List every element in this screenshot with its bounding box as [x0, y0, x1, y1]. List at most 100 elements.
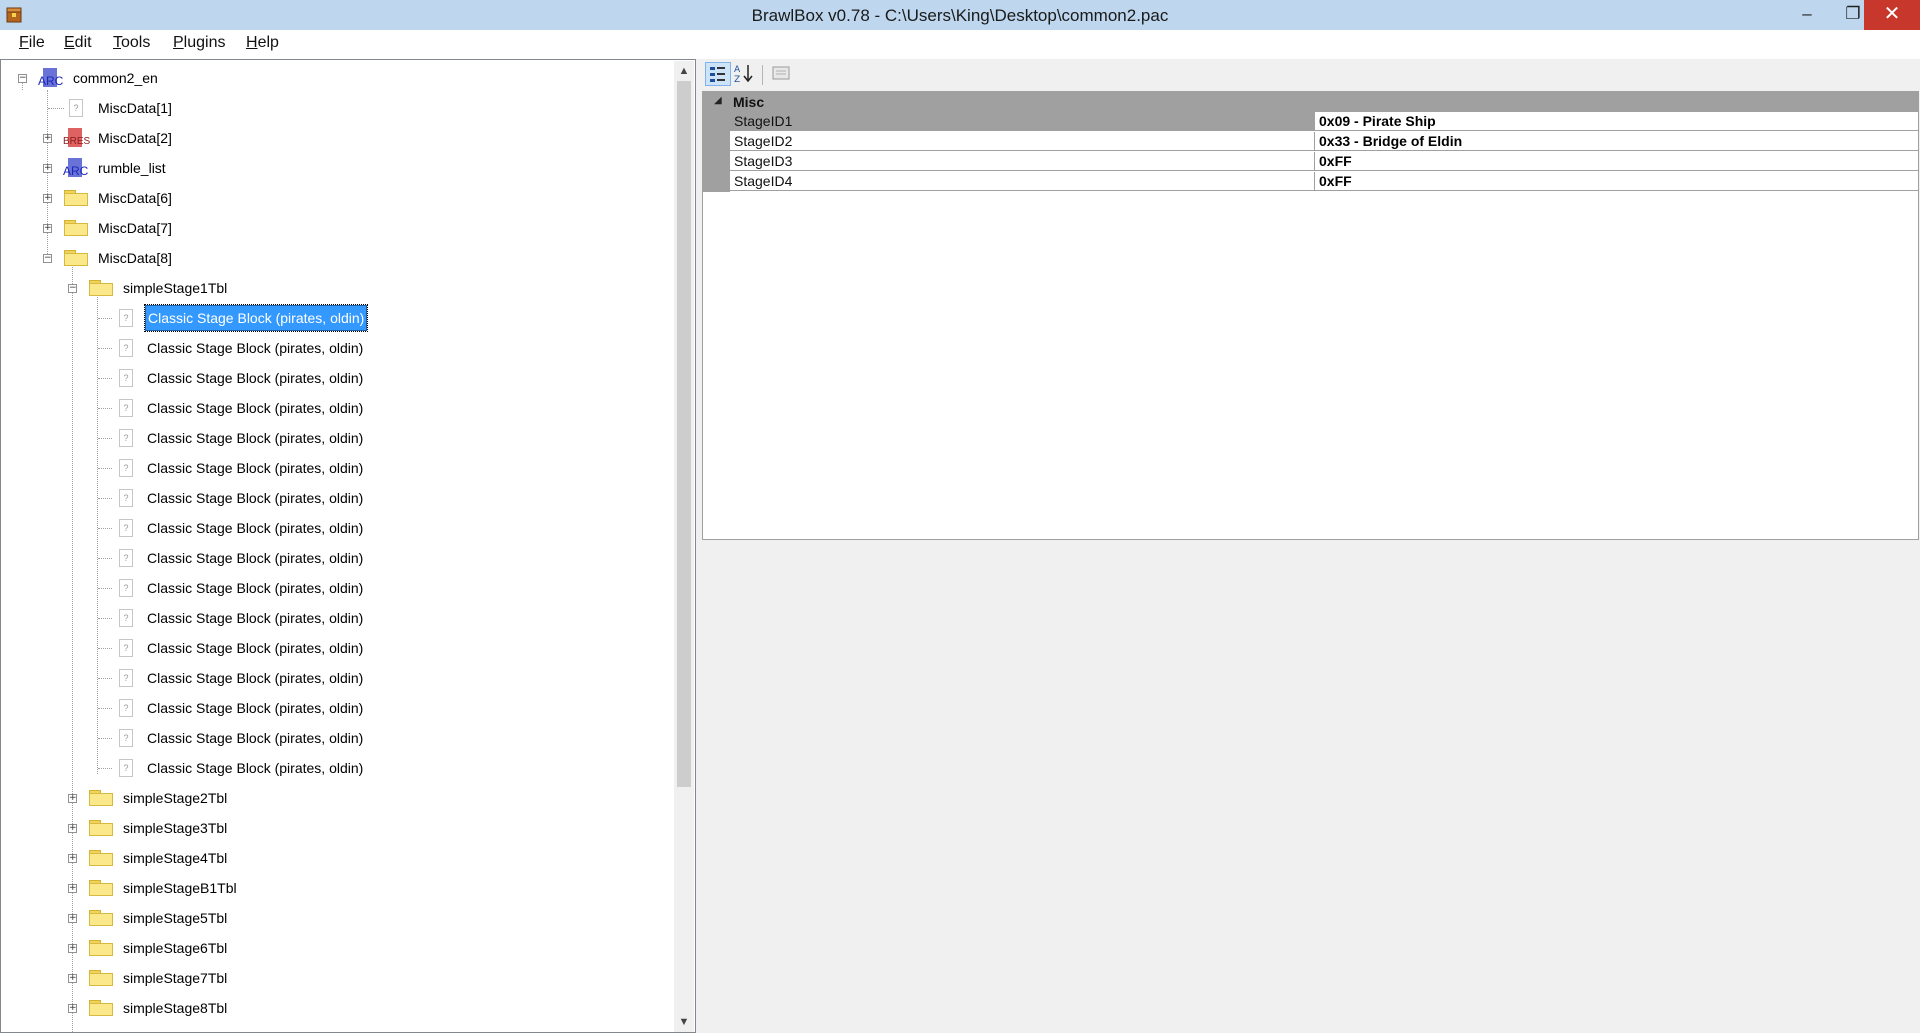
tree-node-label: simpleStage8Tbl [123, 1000, 228, 1016]
property-value-field[interactable]: 0xFF [1315, 172, 1918, 191]
menu-help[interactable]: Help [246, 34, 279, 52]
expand-icon[interactable]: + [68, 974, 77, 983]
menu-edit[interactable]: Edit [64, 34, 92, 52]
tree-node-miscdata-7[interactable]: + MiscData[7] [1, 217, 301, 239]
title-bar: BrawlBox v0.78 - C:\Users\King\Desktop\c… [0, 0, 1920, 31]
collapse-icon[interactable]: − [18, 74, 27, 83]
expand-icon[interactable]: + [68, 944, 77, 953]
tree-node-simplestage8tbl[interactable]: + simpleStage8Tbl [1, 997, 301, 1019]
folder-icon [89, 880, 113, 896]
tree-node-stage-block[interactable]: ? Classic Stage Block (pirates, oldin) [1, 397, 401, 419]
property-row-stageid3[interactable]: StageID3 0xFF [730, 152, 1918, 172]
expand-icon[interactable]: + [43, 194, 52, 203]
unknown-file-icon: ? [119, 549, 133, 567]
expand-icon[interactable]: + [68, 884, 77, 893]
tree-node-simplestage7tbl[interactable]: + simpleStage7Tbl [1, 967, 301, 989]
scroll-up-icon[interactable]: ▲ [674, 61, 694, 81]
tree-node-label: Classic Stage Block (pirates, oldin) [147, 520, 364, 536]
expand-icon[interactable]: + [68, 914, 77, 923]
tree-node-miscdata-2[interactable]: + BRES MiscData[2] [1, 127, 301, 149]
tree-node-simplestage3tbl[interactable]: + simpleStage3Tbl [1, 817, 301, 839]
alphabetical-sort-button[interactable]: A Z [732, 62, 758, 86]
tree-node-label: simpleStage6Tbl [123, 940, 228, 956]
expand-icon[interactable]: + [43, 134, 52, 143]
tree-node-simplestageb1tbl[interactable]: + simpleStageB1Tbl [1, 877, 301, 899]
tree-node-stage-block[interactable]: ? Classic Stage Block (pirates, oldin) [1, 697, 401, 719]
expand-icon[interactable]: + [43, 164, 52, 173]
window-title: BrawlBox v0.78 - C:\Users\King\Desktop\c… [751, 6, 1169, 25]
property-pages-button[interactable] [769, 62, 795, 86]
tree-node-stage-block[interactable]: ? Classic Stage Block (pirates, oldin) [1, 547, 401, 569]
tree-node-stage-block[interactable]: ? Classic Stage Block (pirates, oldin) [1, 607, 401, 629]
collapse-icon[interactable]: − [68, 284, 77, 293]
folder-open-icon [89, 280, 113, 296]
property-name: StageID1 [730, 112, 1315, 131]
scroll-down-icon[interactable]: ▼ [674, 1012, 694, 1032]
property-value-field[interactable]: 0xFF [1315, 152, 1918, 171]
menu-tools[interactable]: Tools [113, 34, 150, 52]
menu-plugins[interactable]: Plugins [173, 34, 225, 52]
tree-node-stage-block[interactable]: ? Classic Stage Block (pirates, oldin) [1, 337, 401, 359]
tree-node-stage-block[interactable]: ? Classic Stage Block (pirates, oldin) [1, 667, 401, 689]
folder-icon [89, 790, 113, 806]
expand-icon[interactable]: + [43, 224, 52, 233]
tree-node-stage-block[interactable]: ? Classic Stage Block (pirates, oldin) [1, 367, 401, 389]
tree-node-simplestage6tbl[interactable]: + simpleStage6Tbl [1, 937, 301, 959]
collapse-icon[interactable]: − [43, 254, 52, 263]
tree-node-stage-block[interactable]: ? Classic Stage Block (pirates, oldin) [1, 637, 401, 659]
tree-node-stage-block[interactable]: ? Classic Stage Block (pirates, oldin) [1, 577, 401, 599]
property-value-field[interactable]: 0x33 - Bridge of Eldin [1315, 132, 1918, 151]
expand-icon[interactable]: + [68, 824, 77, 833]
tree-node-miscdata-1[interactable]: ? MiscData[1] [1, 97, 301, 119]
tree-node-miscdata-8[interactable]: − MiscData[8] [1, 247, 301, 269]
tree-node-miscdata-6[interactable]: + MiscData[6] [1, 187, 301, 209]
tree-node-label: Classic Stage Block (pirates, oldin) [147, 460, 364, 476]
property-gutter [703, 112, 730, 192]
tree-node-simplestage5tbl[interactable]: + simpleStage5Tbl [1, 907, 301, 929]
scroll-thumb[interactable] [677, 81, 691, 787]
property-name: StageID4 [730, 172, 1315, 191]
property-row-stageid2[interactable]: StageID2 0x33 - Bridge of Eldin [730, 132, 1918, 152]
tree-node-simplestage2tbl[interactable]: + simpleStage2Tbl [1, 787, 301, 809]
collapse-category-icon[interactable]: ◢ [714, 95, 722, 106]
property-grid[interactable]: ◢ Misc StageID1 0x09 - Pirate Ship Stage… [702, 91, 1919, 540]
tree-node-stage-block[interactable]: ? Classic Stage Block (pirates, oldin) [1, 517, 401, 539]
unknown-file-icon: ? [119, 399, 133, 417]
folder-icon [64, 190, 88, 206]
svg-text:Z: Z [734, 75, 740, 84]
categorized-view-button[interactable] [705, 62, 731, 86]
tree-node-stage-block[interactable]: ? Classic Stage Block (pirates, oldin) [1, 427, 401, 449]
tree-node-label: Classic Stage Block (pirates, oldin) [147, 550, 364, 566]
unknown-file-icon: ? [119, 519, 133, 537]
tree-node-stage-block[interactable]: ? Classic Stage Block (pirates, oldin) [1, 457, 401, 479]
tree-node-label: simpleStage3Tbl [123, 820, 228, 836]
expand-icon[interactable]: + [68, 794, 77, 803]
tree-node-label: MiscData[8] [98, 250, 172, 266]
unknown-file-icon: ? [119, 669, 133, 687]
unknown-file-icon: ? [69, 99, 83, 117]
tree-scrollbar[interactable]: ▲ ▼ [674, 61, 694, 1032]
menu-file[interactable]: File [19, 34, 45, 52]
tree-node-rumble-list[interactable]: + ARC rumble_list [1, 157, 301, 179]
tree-node-root[interactable]: − ARC common2_en [1, 67, 301, 89]
unknown-file-icon: ? [119, 579, 133, 597]
property-row-stageid1[interactable]: StageID1 0x09 - Pirate Ship [730, 112, 1918, 132]
tree-node-simplestage4tbl[interactable]: + simpleStage4Tbl [1, 847, 301, 869]
resource-tree[interactable]: − ARC common2_en ? MiscData[1] + BRES Mi… [0, 59, 696, 1033]
unknown-file-icon: ? [119, 699, 133, 717]
tree-node-stage-block[interactable]: ? Classic Stage Block (pirates, oldin) [1, 727, 401, 749]
minimize-button[interactable]: – [1784, 0, 1830, 30]
category-row-misc[interactable]: ◢ Misc [703, 92, 1918, 112]
property-row-stageid4[interactable]: StageID4 0xFF [730, 172, 1918, 192]
close-button[interactable]: ✕ [1864, 0, 1920, 30]
tree-node-simplestage1tbl[interactable]: − simpleStage1Tbl [1, 277, 301, 299]
tree-node-stage-block[interactable]: ? Classic Stage Block (pirates, oldin) [1, 487, 401, 509]
expand-icon[interactable]: + [68, 854, 77, 863]
tree-node-label: simpleStageB1Tbl [123, 880, 237, 896]
property-value-field[interactable]: 0x09 - Pirate Ship [1315, 112, 1918, 131]
tree-node-stage-block[interactable]: ? Classic Stage Block (pirates, oldin) [1, 757, 401, 779]
tree-node-label: Classic Stage Block (pirates, oldin) [147, 340, 364, 356]
expand-icon[interactable]: + [68, 1004, 77, 1013]
sort-az-icon: A Z [734, 65, 753, 85]
tree-node-stage-block[interactable]: ? Classic Stage Block (pirates, oldin) [1, 304, 401, 332]
